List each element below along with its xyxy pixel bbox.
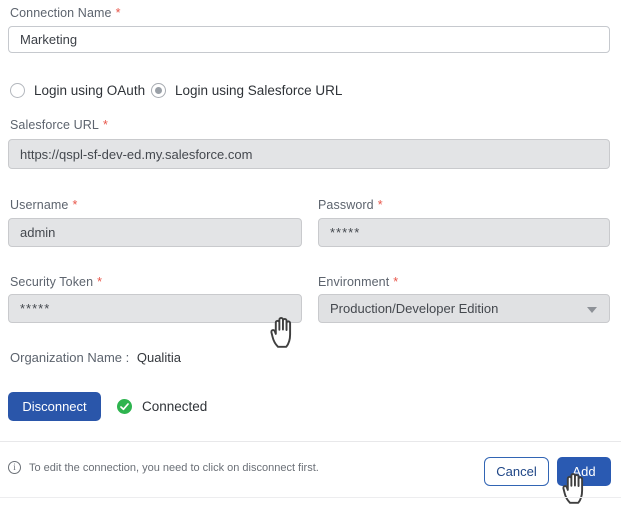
salesforce-url-label-text: Salesforce URL: [10, 118, 99, 132]
disconnect-button[interactable]: Disconnect: [8, 392, 101, 421]
salesforce-url-input: https://qspl-sf-dev-ed.my.salesforce.com: [8, 139, 610, 169]
required-asterisk: *: [378, 198, 383, 212]
connection-name-value: Marketing: [20, 32, 77, 47]
salesforce-url-value: https://qspl-sf-dev-ed.my.salesforce.com: [20, 147, 252, 162]
add-button[interactable]: Add: [557, 457, 611, 486]
connection-name-label: Connection Name *: [10, 6, 121, 20]
password-label: Password *: [318, 198, 383, 212]
environment-value: Production/Developer Edition: [330, 301, 498, 316]
username-value: admin: [20, 225, 55, 240]
footer-divider: [0, 441, 621, 442]
disconnect-button-label: Disconnect: [22, 399, 86, 414]
password-value: *****: [330, 225, 360, 240]
info-icon: [8, 461, 21, 474]
radio-unselected-icon[interactable]: [10, 83, 25, 98]
security-token-value: *****: [20, 301, 50, 316]
security-token-label-text: Security Token: [10, 275, 93, 289]
status-badge: Connected: [142, 399, 207, 414]
cancel-button-label: Cancel: [496, 464, 536, 479]
footer-note-text: To edit the connection, you need to clic…: [29, 462, 319, 474]
password-label-text: Password: [318, 198, 374, 212]
environment-label: Environment *: [318, 275, 398, 289]
security-token-label: Security Token *: [10, 275, 102, 289]
required-asterisk: *: [97, 275, 102, 289]
username-input: admin: [8, 218, 302, 247]
connection-name-label-text: Connection Name: [10, 6, 112, 20]
chevron-down-icon: [587, 307, 597, 313]
connection-status: Connected: [117, 399, 207, 414]
login-salesforce-url-radio[interactable]: Login using Salesforce URL: [151, 83, 342, 98]
organization-name-value: Qualitia: [137, 350, 181, 365]
connection-name-input[interactable]: Marketing: [8, 26, 610, 53]
environment-select[interactable]: Production/Developer Edition: [318, 294, 610, 323]
footer-note: To edit the connection, you need to clic…: [8, 461, 319, 474]
required-asterisk: *: [116, 6, 121, 20]
login-oauth-label: Login using OAuth: [34, 83, 145, 98]
username-label: Username *: [10, 198, 77, 212]
organization-name-label: Organization Name :: [10, 350, 129, 365]
environment-label-text: Environment: [318, 275, 389, 289]
required-asterisk: *: [393, 275, 398, 289]
login-salesforce-url-label: Login using Salesforce URL: [175, 83, 342, 98]
password-input: *****: [318, 218, 610, 247]
bottom-divider: [0, 497, 621, 498]
radio-selected-icon[interactable]: [151, 83, 166, 98]
salesforce-url-label: Salesforce URL *: [10, 118, 108, 132]
organization-name-line: Organization Name : Qualitia: [10, 350, 181, 365]
login-oauth-radio[interactable]: Login using OAuth: [10, 83, 145, 98]
connection-dialog: Connection Name * Marketing Login using O…: [0, 0, 621, 502]
check-circle-icon: [117, 399, 132, 414]
username-label-text: Username: [10, 198, 68, 212]
cancel-button[interactable]: Cancel: [484, 457, 549, 486]
required-asterisk: *: [103, 118, 108, 132]
add-button-label: Add: [572, 464, 595, 479]
required-asterisk: *: [72, 198, 77, 212]
security-token-input: *****: [8, 294, 302, 323]
